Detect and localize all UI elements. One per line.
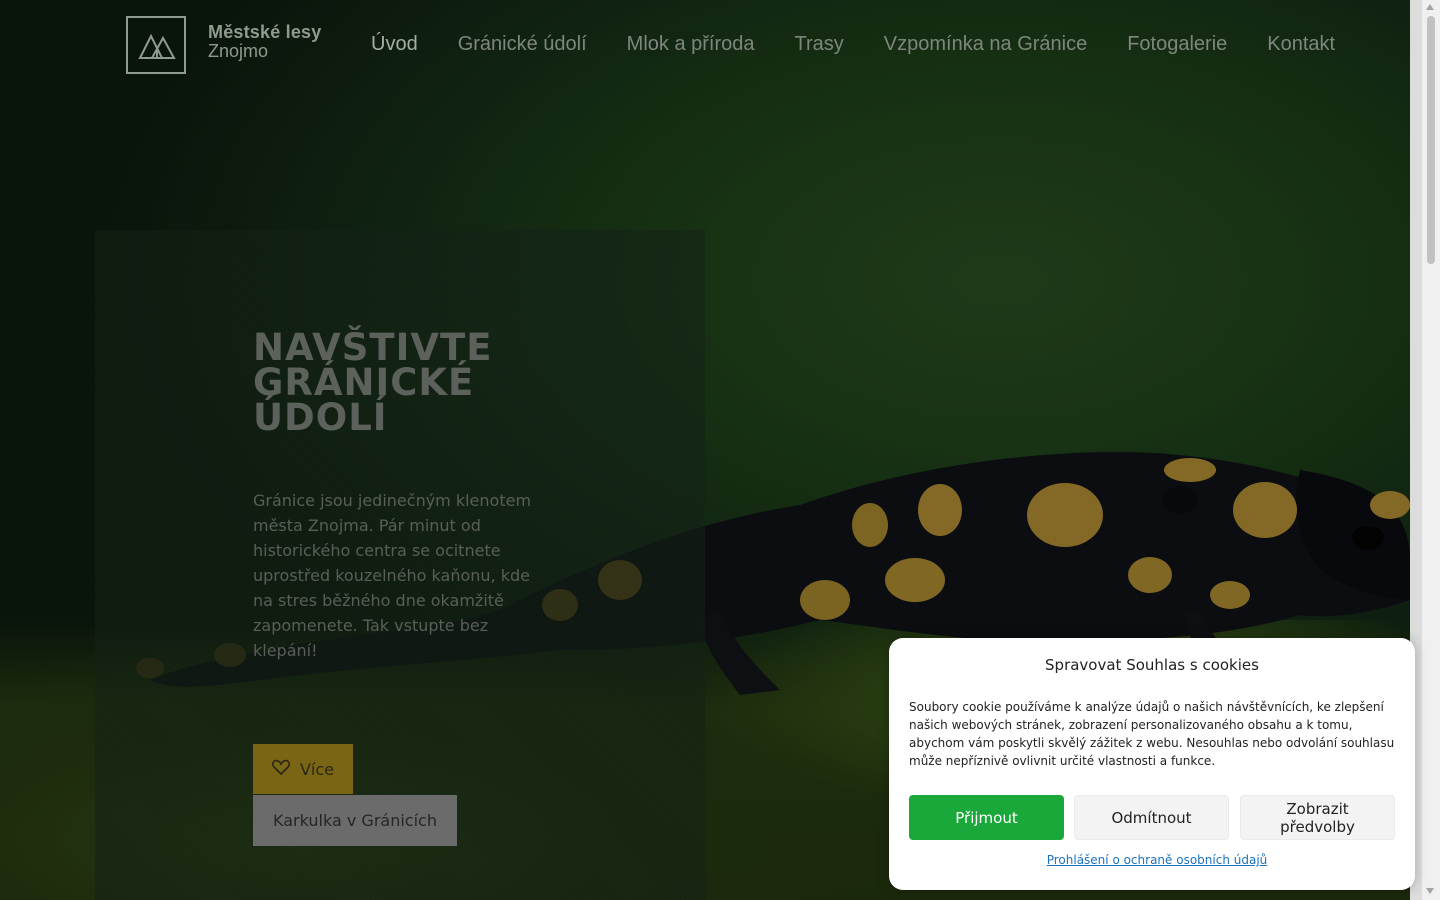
cookie-consent-dialog: Spravovat Souhlas s cookies Soubory cook… — [889, 638, 1415, 890]
hero-headline: Navštivte Gránické údolí — [253, 326, 493, 439]
scroll-down-arrow-icon[interactable] — [1426, 888, 1434, 894]
nav-item-fotogalerie[interactable]: Fotogalerie — [1127, 33, 1227, 56]
main-nav: Úvod Gránické údolí Mlok a příroda Trasy… — [371, 33, 1375, 56]
cookie-title: Spravovat Souhlas s cookies — [1045, 656, 1259, 674]
privacy-policy-link[interactable]: Prohlášení o ochraně osobních údajů — [889, 853, 1425, 867]
more-button[interactable]: Více — [253, 744, 353, 794]
scrollbar-thumb[interactable] — [1427, 16, 1435, 264]
nav-item-uvod[interactable]: Úvod — [371, 33, 418, 56]
brand-name[interactable]: Městské lesy — [208, 22, 321, 43]
nav-item-vzpominka[interactable]: Vzpomínka na Gránice — [884, 33, 1087, 56]
mountain-logo-icon[interactable] — [126, 16, 186, 74]
show-preferences-button[interactable]: Zobrazit předvolby — [1240, 795, 1395, 840]
deny-cookies-button[interactable]: Odmítnout — [1074, 795, 1229, 840]
nav-item-granicke-udoli[interactable]: Gránické údolí — [458, 33, 587, 56]
accept-cookies-button[interactable]: Přijmout — [909, 795, 1064, 840]
nav-item-mlok-a-priroda[interactable]: Mlok a příroda — [627, 33, 755, 56]
heart-icon — [271, 759, 290, 779]
cookie-text: Soubory cookie používáme k analýze údajů… — [909, 700, 1395, 768]
nav-item-trasy[interactable]: Trasy — [795, 33, 844, 56]
nav-item-kontakt[interactable]: Kontakt — [1267, 33, 1335, 56]
more-button-label: Více — [299, 759, 335, 779]
hero-lead-text: Gránice jsou jedinečným klenotem města Z… — [253, 491, 532, 660]
site-header: Městské lesy Znojmo Úvod Gránické údolí … — [0, 0, 1410, 90]
karkulka-button[interactable]: Karkulka v Gránicích — [253, 795, 457, 846]
brand-city[interactable]: Znojmo — [208, 41, 268, 62]
scroll-up-arrow-icon[interactable] — [1426, 4, 1434, 10]
